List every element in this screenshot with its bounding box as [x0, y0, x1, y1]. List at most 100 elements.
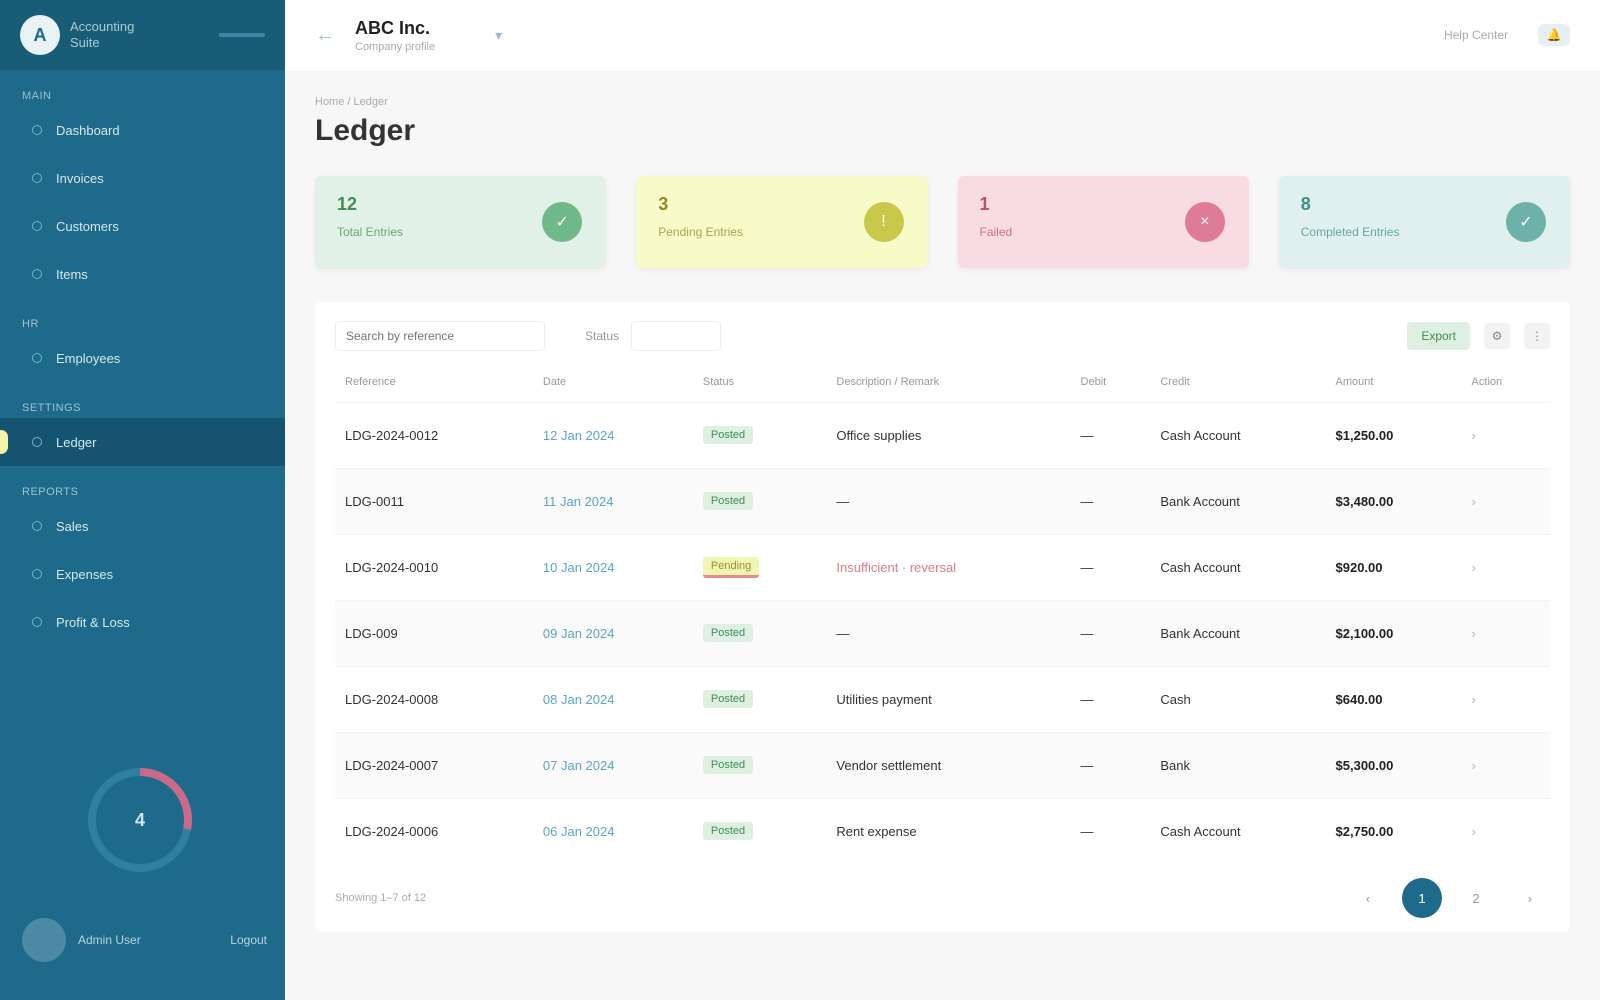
- brand-logo[interactable]: A: [20, 15, 60, 55]
- nav-section-label: REPORTS: [22, 486, 79, 498]
- row-action-icon[interactable]: ›: [1472, 692, 1476, 707]
- table-cell: —: [1070, 401, 1151, 468]
- table-cell: ›: [1461, 467, 1550, 534]
- description-cell: —: [836, 625, 850, 641]
- search-input[interactable]: [335, 321, 545, 351]
- row-action-icon[interactable]: ›: [1472, 428, 1476, 443]
- row-action-icon[interactable]: ›: [1472, 758, 1476, 773]
- table-row[interactable]: LDG-2024-0007 07 Jan 2024 Posted Vendor set…: [335, 731, 1550, 798]
- date-cell[interactable]: 09 Jan 2024: [543, 626, 615, 641]
- cell-text: —: [1080, 427, 1094, 443]
- column-header[interactable]: Credit: [1150, 362, 1325, 402]
- reference-cell: LDG-2024-0006: [345, 823, 439, 839]
- company-name: ABC Inc.: [355, 17, 431, 38]
- sidebar-toggle[interactable]: [219, 33, 265, 37]
- table-cell: ›: [1461, 731, 1550, 798]
- page-button-current[interactable]: 1: [1402, 878, 1442, 918]
- table-row[interactable]: LDG-2024-0008 08 Jan 2024 Posted Utilities …: [335, 665, 1550, 732]
- nav-item-icon: [32, 221, 42, 231]
- sidebar-item-items[interactable]: Items: [0, 250, 285, 298]
- column-header[interactable]: Action: [1462, 362, 1550, 402]
- nav-item-icon: [32, 125, 42, 135]
- table-cell: Cash: [1150, 665, 1326, 732]
- column-header[interactable]: Debit: [1071, 362, 1151, 402]
- table-cell: Pending: [692, 533, 827, 600]
- table-row[interactable]: LDG-2024-0010 10 Jan 2024 Pending Insuffici…: [335, 533, 1550, 600]
- sidebar-item-profit-loss[interactable]: Profit & Loss: [0, 598, 285, 646]
- page-button-2[interactable]: 2: [1456, 878, 1496, 918]
- column-header[interactable]: Reference: [335, 362, 533, 402]
- row-action-icon[interactable]: ›: [1472, 824, 1476, 839]
- chevron-down-icon[interactable]: ▾: [495, 27, 502, 44]
- sidebar-item-customers[interactable]: Customers: [0, 202, 285, 250]
- date-cell[interactable]: 11 Jan 2024: [543, 494, 614, 509]
- description-cell: Insufficient · reversal: [836, 559, 957, 575]
- column-header[interactable]: Description / Remark: [826, 362, 1070, 402]
- table-row[interactable]: LDG-2024-0012 12 Jan 2024 Posted Office sup…: [335, 401, 1550, 468]
- sidebar-item-expenses[interactable]: Expenses: [0, 550, 285, 598]
- brand: A Accounting Suite: [0, 0, 285, 70]
- amount-cell: $640.00: [1335, 691, 1383, 707]
- table-cell: Bank: [1150, 731, 1326, 798]
- avatar[interactable]: [22, 918, 66, 962]
- nav-section-label: MAIN: [22, 90, 52, 102]
- settings-icon[interactable]: ⚙: [1484, 323, 1510, 349]
- table-cell: Bank Account: [1150, 599, 1326, 666]
- status-badge: Posted: [702, 426, 754, 444]
- pagination-info: Showing 1–7 of 12: [335, 892, 427, 904]
- date-cell[interactable]: 10 Jan 2024: [543, 560, 615, 575]
- date-cell[interactable]: 12 Jan 2024: [543, 428, 615, 443]
- column-header[interactable]: Date: [533, 362, 693, 402]
- status-filter-select[interactable]: [631, 321, 722, 351]
- cell-text: Cash: [1160, 691, 1191, 707]
- page-title: Ledger: [315, 114, 416, 147]
- help-link[interactable]: Help Center: [1444, 28, 1508, 42]
- table-body: LDG-2024-0012 12 Jan 2024 Posted Office sup…: [335, 401, 1550, 864]
- sidebar-item-ledger[interactable]: Ledger: [0, 418, 285, 466]
- topbar: ← ABC Inc. Company profile ▾ Help Center…: [285, 0, 1600, 70]
- table-cell: —: [826, 599, 1071, 666]
- table-cell: 08 Jan 2024: [532, 665, 693, 732]
- reference-cell: LDG-2024-0007: [345, 757, 439, 773]
- table-row[interactable]: LDG-0011 11 Jan 2024 Posted — — Bank Account $…: [335, 467, 1550, 534]
- stat-cards: 12 Total Entries ✓ 3 Pending Entries! 1 Failed…: [315, 176, 1570, 268]
- bell-icon[interactable]: 🔔: [1538, 24, 1570, 46]
- company-switcher[interactable]: ABC Inc. Company profile: [355, 18, 435, 53]
- stat-icon: ✓: [1506, 202, 1546, 242]
- brand-title: Accounting: [70, 19, 135, 35]
- prev-page-button[interactable]: ‹: [1348, 878, 1388, 918]
- sidebar-item-employees[interactable]: Employees: [0, 334, 285, 382]
- date-cell[interactable]: 08 Jan 2024: [543, 692, 615, 707]
- table-cell: ›: [1461, 797, 1550, 864]
- table-cell: LDG-009: [335, 599, 533, 666]
- logout-link[interactable]: Logout: [230, 933, 267, 947]
- description-cell: Vendor settlement: [836, 757, 942, 773]
- export-button[interactable]: Export: [1407, 322, 1470, 350]
- back-arrow-icon[interactable]: ←: [315, 24, 339, 47]
- table-cell: $640.00: [1325, 665, 1462, 732]
- date-cell[interactable]: 06 Jan 2024: [543, 824, 615, 839]
- next-page-button[interactable]: ›: [1510, 878, 1550, 918]
- sidebar-item-sales[interactable]: Sales: [0, 502, 285, 550]
- row-action-icon[interactable]: ›: [1472, 560, 1476, 575]
- table-cell: Posted: [692, 665, 827, 732]
- table-cell: —: [1070, 731, 1151, 798]
- reference-cell: LDG-2024-0012: [345, 427, 439, 443]
- column-header[interactable]: Amount: [1326, 362, 1462, 402]
- sidebar-item-dashboard[interactable]: Dashboard: [0, 106, 285, 154]
- row-action-icon[interactable]: ›: [1472, 494, 1476, 509]
- date-cell[interactable]: 07 Jan 2024: [543, 758, 615, 773]
- table-cell: ›: [1461, 533, 1550, 600]
- table-row[interactable]: LDG-2024-0006 06 Jan 2024 Posted Rent expen…: [335, 797, 1550, 864]
- column-header[interactable]: Status: [693, 362, 826, 402]
- filter-bar: Status Export ⚙ ⋮: [335, 316, 1550, 356]
- reference-cell: LDG-2024-0008: [345, 691, 439, 707]
- user-name: Admin User: [78, 933, 141, 947]
- row-action-icon[interactable]: ›: [1472, 626, 1476, 641]
- amount-cell: $1,250.00: [1335, 427, 1394, 443]
- more-icon[interactable]: ⋮: [1524, 323, 1550, 349]
- cell-text: —: [1080, 757, 1094, 773]
- amount-cell: $5,300.00: [1335, 757, 1394, 773]
- sidebar-item-invoices[interactable]: Invoices: [0, 154, 285, 202]
- table-row[interactable]: LDG-009 09 Jan 2024 Posted — — Bank Account $2…: [335, 599, 1550, 666]
